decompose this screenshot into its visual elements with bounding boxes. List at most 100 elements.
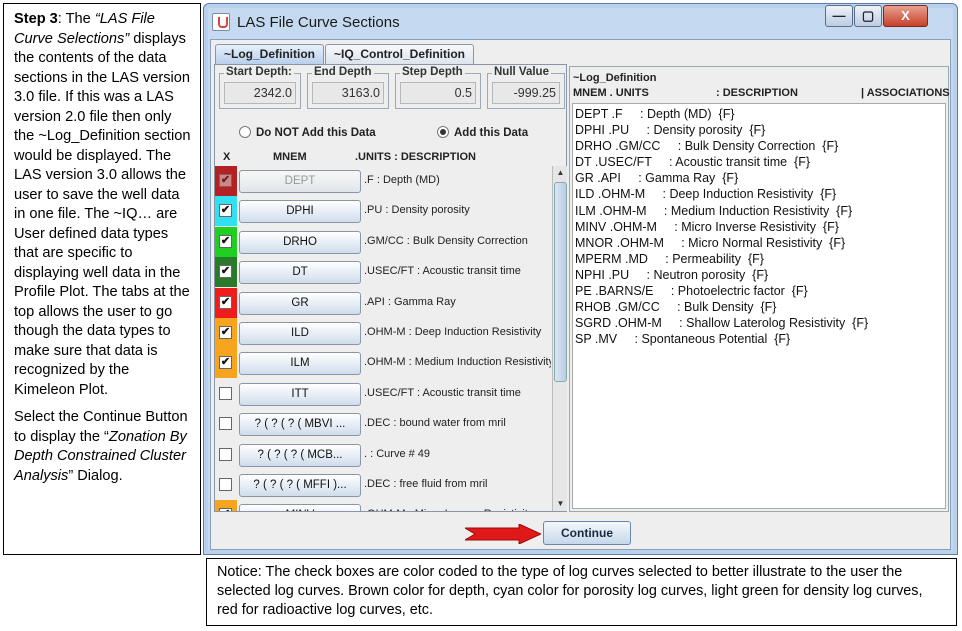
curve-mnem-button[interactable]: DPHI — [239, 200, 361, 224]
log-definition-line: ILD .OHM-M : Deep Induction Resistivity … — [575, 187, 837, 202]
close-button[interactable]: X — [883, 5, 928, 27]
radio-do-not-add-dot[interactable] — [239, 126, 251, 138]
curve-checkbox[interactable] — [219, 447, 232, 461]
curve-row[interactable]: ✔ DRHO .GM/CC : Bulk Density Correction — [215, 226, 551, 257]
right-panel-title: ~Log_Definition — [573, 72, 657, 84]
curve-row[interactable]: ? ( ? ( ? ( MBVI ... .DEC : bound water f… — [215, 409, 551, 439]
null-value-field[interactable]: -999.25 — [492, 82, 560, 104]
curve-checkbox[interactable]: ✔ — [219, 326, 232, 339]
log-definition-line: MINV .OHM-M : Micro Inverse Resistivity … — [575, 219, 839, 234]
minimize-button[interactable]: — — [825, 5, 853, 27]
tab-log-definition[interactable]: ~Log_Definition — [215, 44, 324, 64]
curve-description: .OHM-M : Deep Induction Resistivity — [364, 326, 542, 338]
curve-description: .USEC/FT : Acoustic transit time — [364, 265, 521, 278]
curve-list-scrollbar[interactable]: ▲ ▼ — [552, 166, 567, 511]
curve-row[interactable]: ✔ MINV.OHM-M : Micro Inverse Resistivity — [215, 500, 551, 511]
curve-description: .DEC : free fluid from mril — [364, 478, 488, 490]
log-definition-pane: ~Log_Definition MNEM . UNITS : DESCRIPTI… — [569, 66, 950, 512]
curve-mnem-button[interactable]: DRHO — [239, 230, 361, 254]
scroll-up-icon[interactable]: ▲ — [553, 166, 568, 180]
start-depth-field[interactable]: 2342.0 — [224, 82, 296, 104]
curve-row[interactable]: ✔ ILM .OHM-M : Medium Induction Resistivit… — [215, 348, 551, 379]
log-definition-line: MPERM .MD : Permeability {F} — [575, 251, 764, 266]
maximize-button[interactable]: ▢ — [854, 5, 882, 27]
curve-row[interactable]: ? ( ? ( ? ( MFFI )... .DEC : free fluid f… — [215, 470, 551, 500]
log-definition-line: MNOR .OHM-M : Micro Normal Resistivity {… — [575, 235, 846, 250]
curve-description: .API : Gamma Ray — [364, 295, 456, 308]
instruction-box: Step 3: The “LAS File Curve Selections” … — [3, 3, 201, 555]
curve-checkbox[interactable]: ✔ — [219, 295, 232, 309]
log-definition-line: GR .API : Gamma Ray {F} — [575, 171, 739, 186]
log-definition-text[interactable]: DEPT .F : Depth (MD) {F} DPHI .PU : Densi… — [572, 103, 946, 509]
notice-box: Notice: The check boxes are color coded … — [206, 558, 957, 626]
curve-description: .F : Depth (MD) — [364, 174, 440, 186]
header-units-description: .UNITS : DESCRIPTION — [355, 151, 477, 163]
log-definition-line: SGRD .OHM-M : Shallow Laterolog Resistiv… — [575, 316, 869, 331]
curve-checkbox[interactable] — [219, 478, 232, 491]
curve-list[interactable]: ✔ DEPT .F : Depth (MD) ✔ DPHI .PU : Density p… — [215, 166, 551, 511]
title-bar[interactable]: LAS File Curve Sections — ▢ X — [204, 4, 957, 40]
radio-add-data[interactable]: Add this Data — [437, 126, 528, 139]
start-depth-group: Start Depth: 2342.0 — [219, 66, 301, 109]
red-arrow-icon — [465, 524, 541, 544]
curve-description: .OHM-M : Micro Inverse Resistivity — [364, 508, 533, 511]
radio-do-not-add[interactable]: Do NOT Add this Data — [239, 126, 376, 139]
curve-row[interactable]: ITT .USEC/FT : Acoustic transit time — [215, 379, 551, 409]
instruction-paragraph-1: Step 3: The “LAS File Curve Selections” … — [14, 10, 194, 400]
curve-checkbox[interactable] — [219, 417, 232, 431]
col-mnem-units: MNEM . UNITS — [573, 87, 649, 99]
end-depth-group: End Depth 3163.0 — [307, 66, 389, 109]
step-label: Step 3 — [14, 11, 58, 27]
step-depth-field[interactable]: 0.5 — [400, 82, 476, 104]
curve-row[interactable]: ✔ ILD .OHM-M : Deep Induction Resistivity — [215, 318, 551, 348]
col-associations: | ASSOCIATIONS — [861, 87, 950, 99]
window-client: ~Log_Definition ~IQ_Control_Definition S… — [210, 39, 951, 550]
curve-checkbox[interactable]: ✔ — [219, 204, 232, 218]
curve-checkbox[interactable] — [219, 386, 232, 400]
curve-row[interactable]: ✔ DEPT .F : Depth (MD) — [215, 166, 551, 196]
curve-mnem-button[interactable]: GR — [239, 291, 361, 315]
curve-mnem-button[interactable]: MINV — [239, 504, 361, 511]
header-x: X — [223, 151, 231, 163]
log-definition-line: NPHI .PU : Neutron porosity {F} — [575, 267, 769, 282]
log-definition-line: PE .BARNS/E : Photoelectric factor {F} — [575, 284, 808, 299]
null-value-label: Null Value — [492, 66, 551, 78]
instruction-paragraph-2: Select the Continue Button to display th… — [14, 408, 194, 486]
end-depth-field[interactable]: 3163.0 — [312, 82, 384, 104]
curve-description: .PU : Density porosity — [364, 204, 470, 217]
curve-checkbox[interactable]: ✔ — [219, 356, 232, 370]
curve-mnem-button[interactable]: ? ( ? ( ? ( MBVI ... — [239, 413, 361, 437]
curve-row[interactable]: ✔ GR .API : Gamma Ray — [215, 287, 551, 318]
curve-checkbox[interactable]: ✔ — [219, 234, 232, 248]
curve-description: .USEC/FT : Acoustic transit time — [364, 386, 521, 399]
radio-add-data-dot[interactable] — [437, 126, 449, 138]
curve-description: .OHM-M : Medium Induction Resistivity — [364, 356, 551, 369]
step-separator: : The — [57, 11, 95, 27]
continue-bar: Continue — [214, 514, 949, 547]
curve-checkbox[interactable]: ✔ — [219, 174, 232, 187]
curve-checkbox[interactable]: ✔ — [219, 265, 232, 279]
scroll-down-icon[interactable]: ▼ — [553, 497, 568, 511]
curve-row[interactable]: ✔ DT .USEC/FT : Acoustic transit time — [215, 257, 551, 288]
scroll-thumb[interactable] — [554, 182, 567, 382]
curve-checkbox[interactable]: ✔ — [219, 508, 232, 511]
curve-mnem-button[interactable]: ? ( ? ( ? ( MFFI )... — [239, 474, 361, 497]
continue-button[interactable]: Continue — [543, 521, 631, 545]
tab-iq-control-definition[interactable]: ~IQ_Control_Definition — [325, 44, 475, 64]
curve-description: . : Curve # 49 — [364, 447, 431, 460]
start-depth-label: Start Depth: — [224, 66, 294, 78]
header-mnem: MNEM — [273, 151, 307, 163]
curve-mnem-button[interactable]: ITT — [239, 382, 361, 406]
log-definition-line: SP .MV : Spontaneous Potential {F} — [575, 332, 791, 347]
radio-add-data-label: Add this Data — [454, 127, 529, 139]
curve-mnem-button[interactable]: ILM — [239, 352, 361, 376]
curve-mnem-button[interactable]: DEPT — [239, 170, 361, 193]
curve-mnem-button[interactable]: ILD — [239, 322, 361, 345]
curve-row[interactable]: ✔ DPHI .PU : Density porosity — [215, 196, 551, 227]
step-depth-group: Step Depth 0.5 — [395, 66, 481, 109]
end-depth-label: End Depth — [312, 66, 374, 78]
curve-mnem-button[interactable]: ? ( ? ( ? ( MCB... — [239, 443, 361, 467]
log-definition-line: ILM .OHM-M : Medium Induction Resistivit… — [575, 203, 853, 218]
curve-mnem-button[interactable]: DT — [239, 261, 361, 285]
curve-row[interactable]: ? ( ? ( ? ( MCB.... : Curve # 49 — [215, 440, 551, 470]
